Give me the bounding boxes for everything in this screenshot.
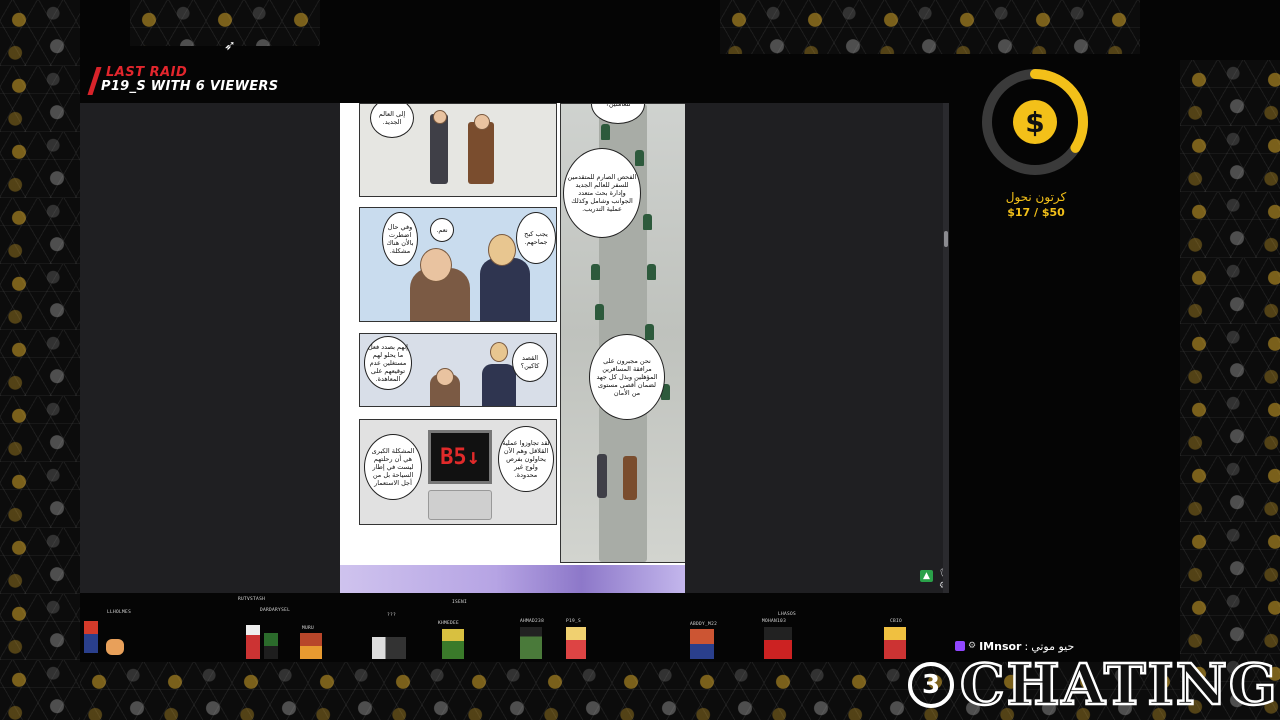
manga-viewer[interactable]: إلى العالم الجديد. وفي حال اضطرت بالأن ه… <box>80 103 949 593</box>
figure-head <box>433 110 447 124</box>
manga-panel-3: إنهم بصدد فعل ما يحلو لهم مستغلين عدم تو… <box>359 333 557 407</box>
figure <box>597 454 607 498</box>
speech-bubble: نحن مجبرون على مرافقة المسافرين المؤهلين… <box>589 334 665 420</box>
scrollbar-thumb[interactable] <box>944 231 948 247</box>
guard-figure <box>645 324 654 340</box>
figure-head <box>436 368 454 386</box>
logo-text: CHATING <box>959 652 1279 718</box>
viewer-sprite <box>764 627 792 659</box>
speech-bubble: الفحص الصارم للمتقدمين للسفر للعالم الجد… <box>563 148 641 238</box>
viewer-name: P19_S <box>566 619 582 624</box>
hex-pattern-left <box>0 0 80 720</box>
bot-icon: ⚙ <box>968 641 977 651</box>
manga-panel-5: للعاملين؟ الفحص الصارم للمتقدمين للسفر ل… <box>560 103 685 563</box>
raid-accent-bar <box>87 67 102 95</box>
viewer-name: CBIO <box>890 619 903 624</box>
chat-username: IMnsor <box>979 639 1022 653</box>
viewer-sprite <box>106 639 124 655</box>
speech-bubble: يجب كبح جماحهم. <box>516 212 556 264</box>
raid-subtitle: P19_S WITH 6 VIEWERS <box>101 79 279 94</box>
manga-panel-1: إلى العالم الجديد. <box>359 103 557 197</box>
speech-bubble: إنهم بصدد فعل ما يحلو لهم مستغلين عدم تو… <box>364 336 412 390</box>
speech-bubble: نعم. <box>430 218 454 242</box>
figure-head <box>420 248 452 282</box>
last-raid-label: LAST RAID P19_S WITH 6 VIEWERS <box>87 64 292 98</box>
cursor-icon: ➶ <box>224 38 236 54</box>
viewer-name: ??? <box>387 613 397 618</box>
viewer-name: LHASOS <box>778 612 797 617</box>
viewer-sprite <box>690 629 714 659</box>
viewer-name: LLHOLMES <box>107 610 132 615</box>
elevator-panel <box>428 490 492 520</box>
viewer-name: KHMEDEE <box>438 621 460 626</box>
figure <box>480 258 530 321</box>
viewer-sprite <box>442 629 464 659</box>
viewer-name: ISENI <box>452 600 468 605</box>
viewer-name: AHMAD238 <box>520 619 545 624</box>
viewer-sprite <box>566 627 586 659</box>
manga-page: إلى العالم الجديد. وفي حال اضطرت بالأن ه… <box>340 103 685 593</box>
viewer-sprite <box>520 627 542 659</box>
elevator-display: B5↓ <box>428 430 492 484</box>
viewer-sprite <box>300 633 322 659</box>
guard-figure <box>601 124 610 140</box>
speech-bubble: المشكلة الكبرى هي أن رحلتهم ليست في إطار… <box>364 434 422 500</box>
guard-figure <box>591 264 600 280</box>
viewer-name: ABDDY_M22 <box>690 622 718 627</box>
manga-panel-4: B5↓ المشكلة الكبرى هي أن رحلتهم ليست في … <box>359 419 557 525</box>
scrollbar[interactable] <box>943 103 949 593</box>
goal-label: كرتون نحول <box>1005 190 1067 204</box>
viewer-name: DARDARYSEL <box>260 608 291 613</box>
guard-figure <box>595 304 604 320</box>
speech-bubble: وفي حال اضطرت بالأن هناك مشكلة. <box>382 212 418 266</box>
speech-bubble: إلى العالم الجديد. <box>370 104 414 138</box>
viewer-name: MOHAN103 <box>762 619 787 624</box>
viewer-sprite <box>372 637 406 659</box>
viewer-name: MURU <box>302 626 315 631</box>
hex-pattern-right <box>1180 60 1280 720</box>
speech-bubble: لقد تجاوزوا عملية القلاقل وهم الآن يحاول… <box>498 426 554 492</box>
viewer-name: RUTVSTASH <box>238 597 266 602</box>
viewer-sprite <box>246 625 260 659</box>
viewer-sprite-bar: LLHOLMES RUTVSTASH DARDARYSEL MURU ??? I… <box>80 593 950 665</box>
hex-pattern-top <box>720 0 1140 54</box>
viewer-sprite <box>884 627 906 659</box>
chat-text: حيو موتي <box>1031 639 1075 653</box>
viewer-sprite <box>84 621 98 653</box>
twitch-icon <box>955 641 965 651</box>
guard-figure <box>635 150 644 166</box>
figure <box>468 122 494 184</box>
logo-circle: 3 <box>908 662 954 708</box>
figure-head <box>490 342 508 362</box>
manga-panel-2: وفي حال اضطرت بالأن هناك مشكلة. نعم. يجب… <box>359 207 557 322</box>
figure-head <box>488 234 516 266</box>
figure <box>430 114 448 184</box>
viewer-sprite <box>264 633 278 659</box>
speech-bubble: القصد كاكين؟ <box>512 342 548 382</box>
goal-amount: $17 / $50 <box>1007 206 1065 219</box>
figure <box>623 456 637 500</box>
guard-figure <box>643 214 652 230</box>
figure <box>482 364 516 406</box>
chevron-up-icon[interactable]: ▲ <box>920 570 933 582</box>
chat-separator: : <box>1024 639 1029 653</box>
guard-figure <box>647 264 656 280</box>
dollar-icon: $ <box>1025 106 1044 139</box>
goal-progress-ring: $ <box>982 69 1088 175</box>
raid-title: LAST RAID <box>106 65 188 80</box>
next-page-preview <box>340 565 685 593</box>
figure-head <box>474 114 490 130</box>
chating-logo: 3 CHATING <box>908 652 1279 718</box>
